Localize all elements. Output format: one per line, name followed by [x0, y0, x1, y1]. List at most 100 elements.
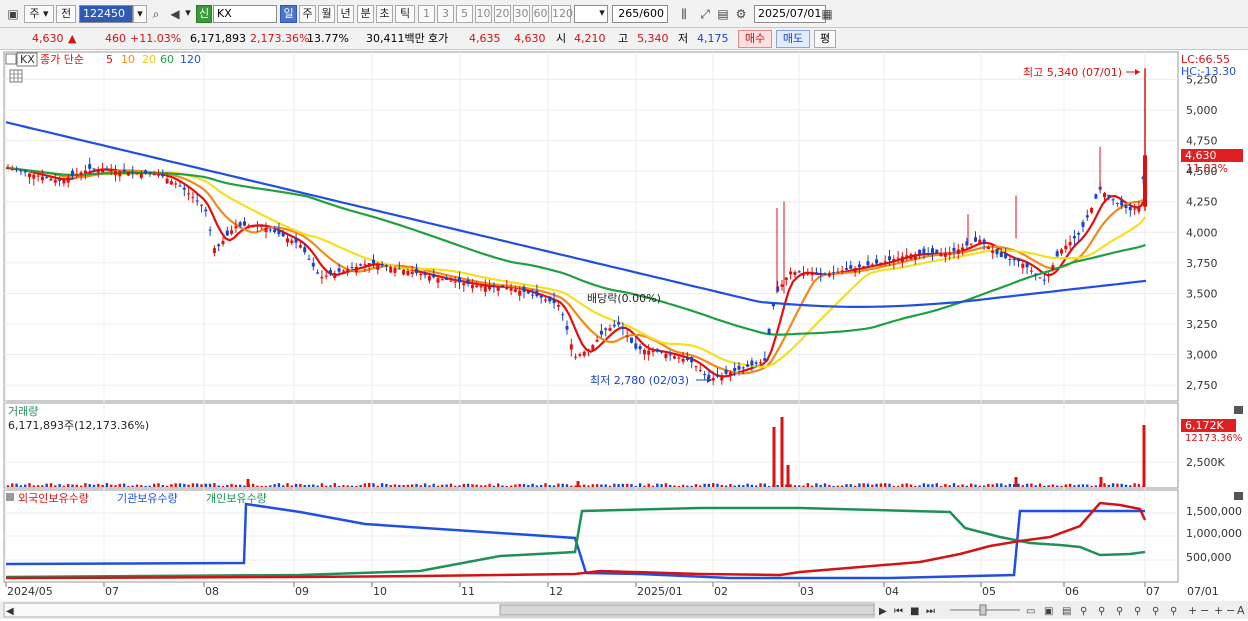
tab-second[interactable]: 초: [376, 5, 393, 23]
tab-minute[interactable]: 분: [357, 5, 374, 23]
volume-bar: [957, 485, 960, 487]
volume-bar: [561, 483, 564, 487]
high-label: 고: [618, 32, 629, 45]
zoom-slider-handle[interactable]: [979, 604, 987, 616]
volume-bar: [823, 483, 827, 487]
candle-body: [53, 179, 57, 183]
volume-bar: [454, 485, 457, 487]
volume-pane[interactable]: [3, 402, 1179, 489]
minute-unit-120[interactable]: 120: [551, 5, 573, 23]
volume-bar: [987, 483, 990, 487]
candle-body: [522, 286, 526, 292]
prev-button[interactable]: 전: [56, 5, 76, 23]
candle-body: [539, 295, 543, 298]
minute-unit-1[interactable]: 1: [418, 5, 435, 23]
candle-body: [634, 343, 638, 349]
candle-body: [849, 265, 853, 269]
volume-bar: [24, 484, 27, 487]
scroll-right-icon[interactable]: ▶: [879, 606, 887, 617]
holdings-pane-close-icon[interactable]: [1234, 492, 1243, 500]
tool-d-icon[interactable]: ⚲: [1134, 606, 1141, 617]
scrollbar-thumb[interactable]: [499, 604, 875, 616]
font-size-icon[interactable]: A: [1237, 604, 1245, 617]
candle-type-icon[interactable]: ⫼: [675, 5, 693, 23]
volume-bar: [647, 483, 650, 487]
zoom-out-icon[interactable]: −: [1200, 604, 1209, 617]
draw-tool-icon[interactable]: ⤢: [696, 5, 714, 23]
settings-grid-icon[interactable]: [5, 53, 17, 65]
save-icon[interactable]: ▤: [714, 5, 732, 23]
volume-bar: [307, 484, 311, 487]
candle-body: [96, 169, 100, 173]
window-icon[interactable]: ▣: [4, 5, 22, 23]
count-max: /600: [639, 7, 664, 20]
volume-bar: [544, 483, 547, 487]
volume-bar: [978, 485, 981, 487]
tab-yearly[interactable]: 년: [337, 5, 354, 23]
volume-bar: [720, 484, 723, 487]
code-dropdown-button[interactable]: ▾: [133, 5, 147, 23]
volume-pane-close-icon[interactable]: [1234, 406, 1243, 414]
minute-unit-60[interactable]: 60: [532, 5, 549, 23]
period-select[interactable]: 주 ▾: [24, 5, 54, 23]
search-icon[interactable]: ⌕: [147, 5, 165, 23]
volume-bar: [492, 485, 496, 487]
volume-bar: [217, 485, 220, 487]
tab-daily[interactable]: 일: [280, 5, 297, 23]
minus-icon[interactable]: −: [1226, 604, 1235, 617]
legend-ma-20: 20: [142, 53, 156, 66]
plus-icon[interactable]: +: [1214, 604, 1223, 617]
volume-bar: [798, 485, 801, 487]
eval-button[interactable]: 평: [814, 30, 836, 48]
candle-body: [71, 170, 74, 176]
volume-bar: [178, 483, 182, 487]
minute-unit-30[interactable]: 30: [513, 5, 530, 23]
time-axis-label: 09: [295, 585, 309, 598]
tool-b-icon[interactable]: ⚲: [1098, 606, 1105, 617]
stop-icon[interactable]: ■: [910, 606, 919, 617]
volume-bar: [484, 485, 487, 487]
volume-bar: [948, 485, 951, 487]
candle-body: [754, 362, 758, 364]
volume-bar: [995, 483, 999, 487]
volume-bar: [660, 484, 663, 487]
count-field[interactable]: 265/600: [612, 5, 668, 23]
split-icon[interactable]: ▣: [1044, 606, 1053, 617]
minute-unit-3[interactable]: 3: [437, 5, 454, 23]
stock-name-field[interactable]: KX: [213, 5, 277, 23]
minute-unit-20[interactable]: 20: [494, 5, 511, 23]
date-field[interactable]: 2025/07/01: [754, 5, 826, 23]
minute-unit-10[interactable]: 10: [475, 5, 492, 23]
unit-dropdown[interactable]: ▾: [596, 5, 608, 23]
candle-body: [462, 283, 466, 286]
sell-button[interactable]: 매도: [776, 30, 810, 48]
volume-bar: [110, 484, 113, 487]
copy-icon[interactable]: ▤: [1062, 606, 1071, 617]
candle-body: [875, 259, 879, 264]
speaker-dropdown[interactable]: ▾: [182, 5, 194, 23]
candle-body: [823, 273, 827, 275]
calendar-icon[interactable]: ▦: [818, 5, 836, 23]
forward-icon[interactable]: ⏭: [926, 606, 935, 617]
scroll-left-icon[interactable]: ◀: [6, 606, 14, 617]
tool-a-icon[interactable]: ⚲: [1080, 606, 1087, 617]
rewind-icon[interactable]: ⏮: [894, 606, 903, 617]
tab-weekly[interactable]: 주: [299, 5, 316, 23]
gear-icon[interactable]: ⚙: [732, 5, 750, 23]
tool-c-icon[interactable]: ⚲: [1116, 606, 1123, 617]
price-pane[interactable]: [3, 51, 1179, 402]
main-toolbar: ▣ 주 ▾ 전 122450 ▾ ⌕ ◀ ▾ 신 KX 일 주 월 년 분 초 …: [0, 0, 1248, 28]
tab-monthly[interactable]: 월: [318, 5, 335, 23]
candle-body: [569, 344, 573, 350]
tool-f-icon[interactable]: ⚲: [1170, 606, 1177, 617]
volume-bar: [45, 483, 48, 487]
table-icon[interactable]: [9, 69, 23, 83]
candle-body: [436, 278, 440, 283]
tool-e-icon[interactable]: ⚲: [1152, 606, 1159, 617]
stock-code-input[interactable]: 122450: [79, 5, 133, 23]
minute-unit-5[interactable]: 5: [456, 5, 473, 23]
buy-button[interactable]: 매수: [738, 30, 772, 48]
tab-tick[interactable]: 틱: [395, 5, 415, 23]
layout-icon[interactable]: ▭: [1026, 606, 1035, 617]
zoom-in-icon[interactable]: +: [1188, 604, 1197, 617]
